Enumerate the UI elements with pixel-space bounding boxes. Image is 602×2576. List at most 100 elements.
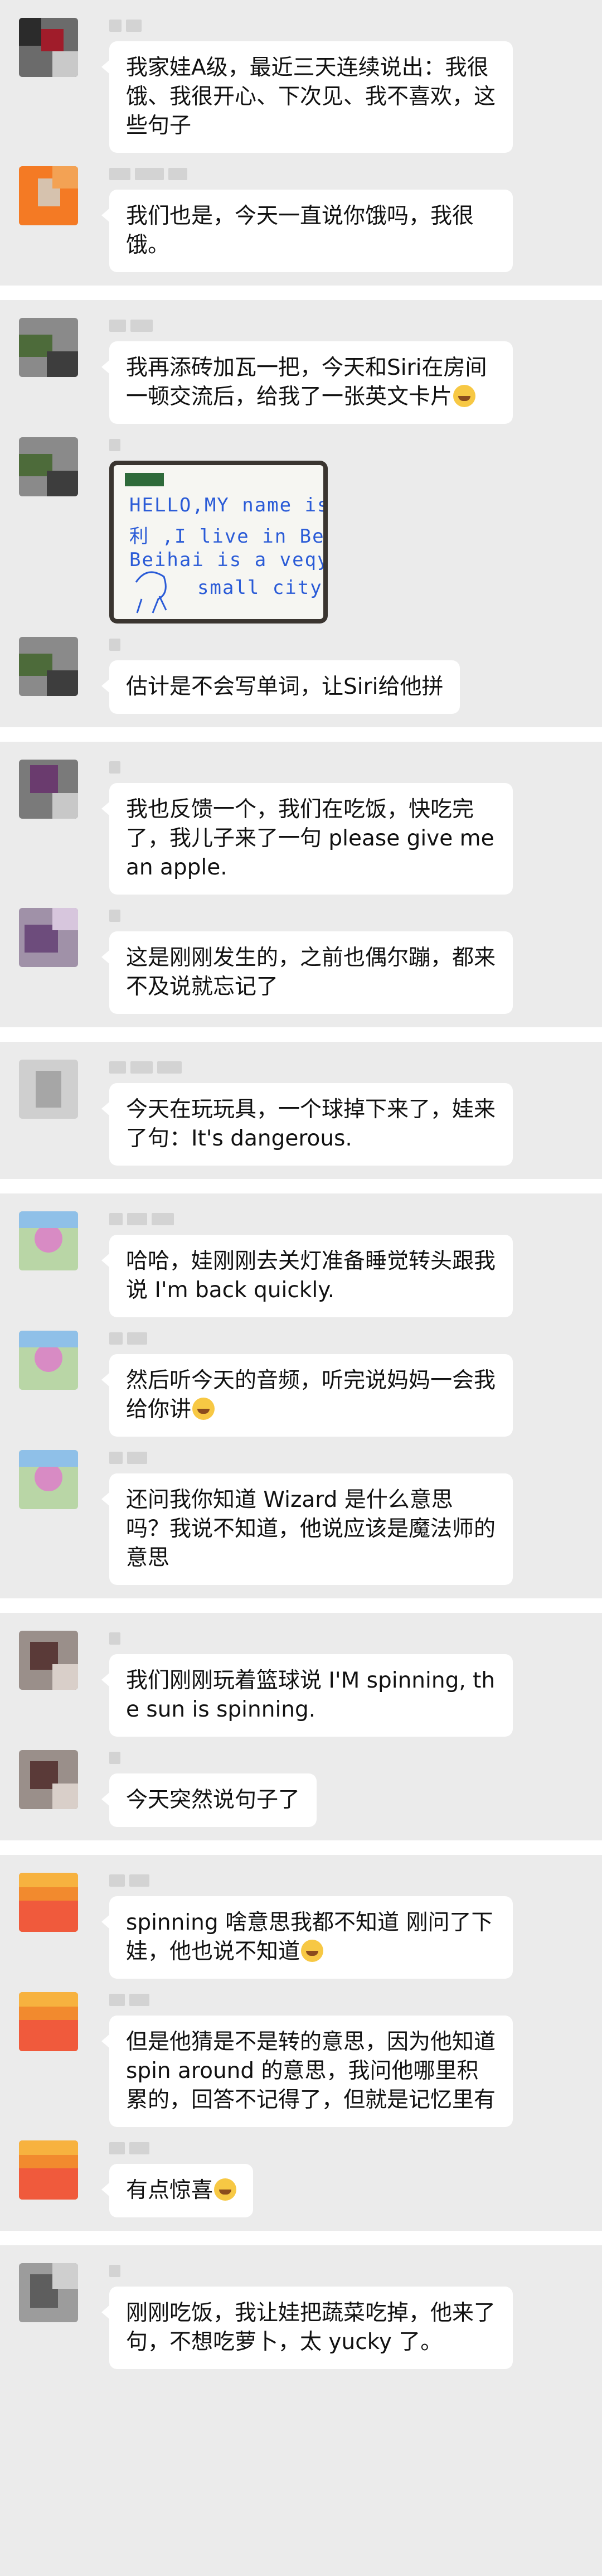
chat-message: 然后听今天的音频，听完说妈妈一会我给你讲 xyxy=(0,1327,602,1437)
sender-name xyxy=(109,1056,513,1079)
avatar[interactable] xyxy=(19,1060,78,1119)
sender-name xyxy=(109,905,513,927)
avatar[interactable] xyxy=(19,2263,78,2322)
avatar[interactable] xyxy=(19,908,78,967)
message-bubble[interactable]: 我家娃A级，最近三天连续说出：我很饿、我很开心、下次见、我不喜欢，这些句子 xyxy=(101,41,513,153)
message-bubble[interactable]: 我再添砖加瓦一把，今天和Siri在房间一顿交流后，给我了一张英文卡片 xyxy=(101,341,513,424)
chat-message: 我家娃A级，最近三天连续说出：我很饿、我很开心、下次见、我不喜欢，这些句子 xyxy=(0,15,602,153)
laughing-emoji-icon xyxy=(453,385,476,407)
chat-group: 我们刚刚玩着篮球说 I'M spinning, the sun is spinn… xyxy=(0,1613,602,1840)
chat-message: 刚刚吃饭，我让娃把蔬菜吃掉，他来了句，不想吃萝卜，太 yucky 了。 xyxy=(0,2260,602,2369)
message-bubble[interactable]: 但是他猜是不是转的意思，因为他知道 spin around 的意思，我问他哪里积… xyxy=(101,2016,513,2127)
card-line: Beihai is a veqy xyxy=(129,549,323,571)
card-line: 利 ,I live in Beihai. xyxy=(129,525,323,548)
message-bubble[interactable]: 我也反馈一个，我们在吃饭，快吃完了，我儿子来了一句 please give me… xyxy=(101,783,513,895)
message-bubble[interactable]: 还问我你知道 Wizard 是什么意思吗？我说不知道，他说应该是魔法师的意思 xyxy=(101,1473,513,1585)
message-bubble[interactable]: 然后听今天的音频，听完说妈妈一会我给你讲 xyxy=(101,1354,513,1437)
chat-message: 我们也是，今天一直说你饿吗，我很饿。 xyxy=(0,163,602,272)
chat-group: 刚刚吃饭，我让娃把蔬菜吃掉，他来了句，不想吃萝卜，太 yucky 了。 xyxy=(0,2245,602,2382)
message-text: 哈哈，娃刚刚去关灯准备睡觉转头跟我说 I'm back quickly. xyxy=(126,1249,496,1303)
message-text: 这是刚刚发生的，之前也偶尔蹦，都来不及说就忘记了 xyxy=(126,945,496,999)
grinning-emoji-icon xyxy=(192,1398,215,1420)
separator xyxy=(0,1598,602,1613)
message-bubble[interactable]: 我们也是，今天一直说你饿吗，我很饿。 xyxy=(101,190,513,272)
chat-message: 但是他猜是不是转的意思，因为他知道 spin around 的意思，我问他哪里积… xyxy=(0,1989,602,2127)
message-text: 还问我你知道 Wizard 是什么意思吗？我说不知道，他说应该是魔法师的意思 xyxy=(126,1487,496,1570)
separator xyxy=(0,1840,602,1855)
message-bubble[interactable]: 今天突然说句子了 xyxy=(101,1773,317,1827)
avatar[interactable] xyxy=(19,1450,78,1509)
image-message[interactable]: HELLO,MY name is 利 ,I live in Beihai. Be… xyxy=(109,461,328,624)
chat-message: 估计是不会写单词，让Siri给他拼 xyxy=(0,634,602,714)
chat-message: HELLO,MY name is 利 ,I live in Beihai. Be… xyxy=(0,434,602,624)
chat-message: spinning 啥意思我都不知道 刚问了下娃，他也说不知道 xyxy=(0,1869,602,1979)
avatar[interactable] xyxy=(19,166,78,225)
message-bubble[interactable]: 这是刚刚发生的，之前也偶尔蹦，都来不及说就忘记了 xyxy=(101,931,513,1014)
message-text: 今天突然说句子了 xyxy=(126,1787,300,1813)
avatar[interactable] xyxy=(19,437,78,496)
sender-name xyxy=(109,434,513,456)
avatar[interactable] xyxy=(19,1211,78,1270)
separator xyxy=(0,727,602,742)
avatar[interactable] xyxy=(19,318,78,377)
chat-message: 这是刚刚发生的，之前也偶尔蹦，都来不及说就忘记了 xyxy=(0,905,602,1014)
sender-name xyxy=(109,2260,513,2282)
sender-name xyxy=(109,1989,513,2011)
english-card-photo: HELLO,MY name is 利 ,I live in Beihai. Be… xyxy=(114,465,323,619)
chat-message: 今天突然说句子了 xyxy=(0,1747,602,1827)
message-text: 我再添砖加瓦一把，今天和Siri在房间一顿交流后，给我了一张英文卡片 xyxy=(126,355,487,409)
message-bubble[interactable]: 估计是不会写单词，让Siri给他拼 xyxy=(101,660,460,714)
sender-name xyxy=(109,634,513,656)
message-text: 我们也是，今天一直说你饿吗，我很饿。 xyxy=(126,204,474,258)
card-line: small city xyxy=(197,577,323,599)
message-text: 估计是不会写单词，让Siri给他拼 xyxy=(126,674,444,699)
chat-group: 我家娃A级，最近三天连续说出：我很饿、我很开心、下次见、我不喜欢，这些句子 我们… xyxy=(0,0,602,286)
card-line: HELLO,MY name is xyxy=(129,494,323,516)
message-bubble[interactable]: 哈哈，娃刚刚去关灯准备睡觉转头跟我说 I'm back quickly. xyxy=(101,1235,513,1317)
message-text: 我们刚刚玩着篮球说 I'M spinning, the sun is spinn… xyxy=(126,1668,496,1722)
avatar[interactable] xyxy=(19,2140,78,2200)
message-bubble[interactable]: 我们刚刚玩着篮球说 I'M spinning, the sun is spinn… xyxy=(101,1654,513,1737)
avatar[interactable] xyxy=(19,18,78,77)
sender-name xyxy=(109,1627,513,1650)
chat-group: spinning 啥意思我都不知道 刚问了下娃，他也说不知道 但是他猜是不是转的… xyxy=(0,1855,602,2231)
thinking-emoji-icon xyxy=(214,2178,237,2201)
avatar[interactable] xyxy=(19,1331,78,1390)
sender-name xyxy=(109,163,513,185)
chat-message: 我再添砖加瓦一把，今天和Siri在房间一顿交流后，给我了一张英文卡片 xyxy=(0,315,602,424)
sender-name xyxy=(109,1869,513,1892)
chat-message: 我也反馈一个，我们在吃饭，快吃完了，我儿子来了一句 please give me… xyxy=(0,756,602,895)
message-bubble[interactable]: spinning 啥意思我都不知道 刚问了下娃，他也说不知道 xyxy=(101,1896,513,1979)
chat-group: 我再添砖加瓦一把，今天和Siri在房间一顿交流后，给我了一张英文卡片 HELLO… xyxy=(0,300,602,727)
separator xyxy=(0,1027,602,1042)
chat-message: 有点惊喜 xyxy=(0,2137,602,2217)
separator xyxy=(0,286,602,300)
message-bubble[interactable]: 今天在玩玩具，一个球掉下来了，娃来了句：It's dangerous. xyxy=(101,1083,513,1166)
chat-group: 哈哈，娃刚刚去关灯准备睡觉转头跟我说 I'm back quickly. 然后听… xyxy=(0,1193,602,1598)
sender-name xyxy=(109,1327,513,1350)
chat-message: 哈哈，娃刚刚去关灯准备睡觉转头跟我说 I'm back quickly. xyxy=(0,1208,602,1317)
avatar[interactable] xyxy=(19,1631,78,1690)
avatar[interactable] xyxy=(19,760,78,819)
message-text: 然后听今天的音频，听完说妈妈一会我给你讲 xyxy=(126,1368,496,1422)
avatar[interactable] xyxy=(19,1992,78,2051)
message-bubble[interactable]: 刚刚吃饭，我让娃把蔬菜吃掉，他来了句，不想吃萝卜，太 yucky 了。 xyxy=(101,2287,513,2369)
laughing-emoji-icon xyxy=(301,1940,324,1962)
chat-message: 我们刚刚玩着篮球说 I'M spinning, the sun is spinn… xyxy=(0,1627,602,1737)
sender-name xyxy=(109,15,513,37)
chat-message: 还问我你知道 Wizard 是什么意思吗？我说不知道，他说应该是魔法师的意思 xyxy=(0,1447,602,1585)
message-text: 但是他猜是不是转的意思，因为他知道 spin around 的意思，我问他哪里积… xyxy=(126,2029,496,2113)
message-text: 有点惊喜 xyxy=(126,2178,213,2203)
avatar[interactable] xyxy=(19,1873,78,1932)
sender-name xyxy=(109,2137,513,2159)
message-text: 我家娃A级，最近三天连续说出：我很饿、我很开心、下次见、我不喜欢，这些句子 xyxy=(126,55,496,138)
chat-group: 我也反馈一个，我们在吃饭，快吃完了，我儿子来了一句 please give me… xyxy=(0,742,602,1027)
separator xyxy=(0,2231,602,2245)
message-bubble[interactable]: 有点惊喜 xyxy=(101,2164,254,2217)
sender-name xyxy=(109,1208,513,1230)
chat-group: 今天在玩玩具，一个球掉下来了，娃来了句：It's dangerous. xyxy=(0,1042,602,1179)
sender-name xyxy=(109,1447,513,1469)
avatar[interactable] xyxy=(19,1750,78,1809)
message-text: 我也反馈一个，我们在吃饭，快吃完了，我儿子来了一句 please give me… xyxy=(126,797,494,880)
avatar[interactable] xyxy=(19,637,78,696)
